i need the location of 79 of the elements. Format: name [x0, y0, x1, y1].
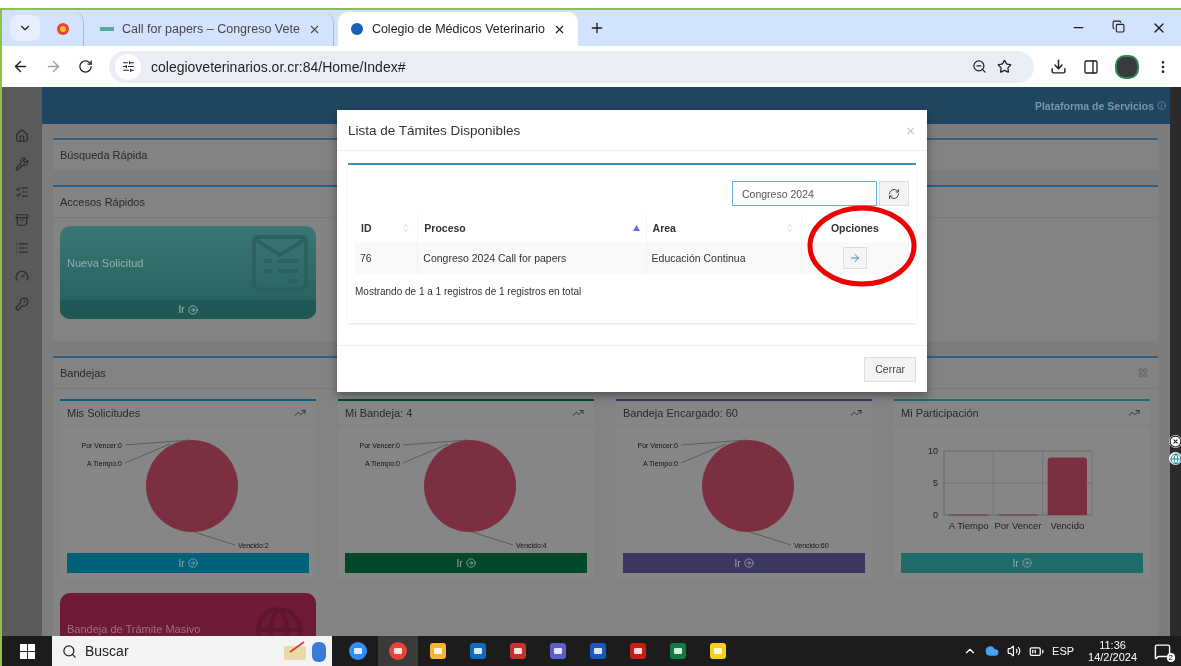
card-title: Mi Bandeja: 4 [345, 407, 413, 419]
spreadsheet-app-icon[interactable] [668, 641, 688, 661]
bar [1047, 457, 1087, 515]
table-cell: Congreso 2024 Call for papers [417, 242, 647, 274]
speaker-icon[interactable] [1007, 644, 1022, 658]
tile-footer[interactable]: Ir [60, 300, 316, 319]
chart-icon[interactable] [1128, 407, 1140, 419]
arrow-circle-icon [187, 558, 198, 568]
profile-avatar[interactable] [1115, 54, 1139, 79]
document-app-icon[interactable] [588, 641, 608, 661]
language-indicator[interactable]: ESP [1052, 645, 1075, 657]
forward-icon[interactable] [45, 58, 62, 75]
taskbar-search-field[interactable]: Buscar [52, 636, 332, 666]
leader-line [193, 531, 236, 546]
arrow-circle-icon [187, 304, 198, 315]
search-icon [62, 643, 77, 659]
globe-icon[interactable] [1169, 452, 1181, 465]
card-title: Bandeja Encargado: 60 [623, 407, 738, 419]
back-icon[interactable] [12, 58, 29, 75]
chart-icon[interactable] [294, 407, 306, 419]
close-button[interactable]: Cerrar [864, 356, 916, 382]
axis-category-label: A Tiempo [948, 520, 989, 531]
tile-label: Nueva Solicitud [67, 257, 144, 269]
panel-title: Búsqueda Rápida [60, 149, 148, 161]
pdf-app-icon[interactable] [628, 641, 648, 661]
panel-title: Accesos Rápidos [60, 196, 145, 208]
cloud-icon[interactable] [985, 644, 1000, 658]
new-request-tile[interactable]: Nueva Solicitud Ir [60, 226, 316, 319]
platform-title: Plataforma de Servicios [1034, 99, 1154, 112]
site-settings-button[interactable] [115, 53, 141, 80]
axis-category-label: Vencido [1050, 520, 1085, 531]
side-panel-icon[interactable] [1083, 58, 1099, 75]
axis-tick-label: 0 [933, 510, 938, 520]
site-icon [349, 22, 364, 36]
browser-tab[interactable]: Colegio de Médicos Veterinario [337, 12, 578, 46]
chart-icon[interactable] [572, 407, 584, 419]
note-app-icon[interactable] [708, 641, 728, 661]
axis-tick-label: 5 [933, 478, 938, 488]
zoom-out-icon[interactable] [972, 59, 987, 74]
message-icon [1153, 642, 1171, 660]
card-title: Mi Participación [901, 407, 979, 419]
table-cell: Educación Continua [646, 242, 802, 274]
folder-icon[interactable] [428, 641, 448, 661]
browser-icon[interactable] [388, 641, 408, 661]
search-field[interactable]: Congreso 2024 [732, 181, 877, 206]
go-button[interactable]: Ir [623, 553, 865, 573]
tile-label: Bandeja de Trámite Masivo [67, 623, 201, 636]
chart-icon[interactable] [850, 407, 862, 419]
arrow-circle-icon [743, 558, 754, 568]
windows-logo-icon[interactable] [19, 643, 35, 659]
go-button[interactable]: Ir [345, 553, 587, 573]
axis-category-label: Por Vencer [994, 520, 1042, 531]
refresh-icon [888, 187, 900, 200]
reload-icon[interactable] [78, 59, 93, 74]
card-title: Mis Solicitudes [67, 407, 141, 419]
chat-app-icon[interactable] [548, 641, 568, 661]
clock[interactable]: 11:36 14/2/2024 [1088, 639, 1137, 663]
shield-icon[interactable] [508, 641, 528, 661]
checklist-icon[interactable] [15, 185, 29, 199]
site-icon [56, 22, 70, 36]
video-app-icon[interactable] [348, 641, 368, 661]
address-bar[interactable]: colegioveterinarios.or.cr:84/Home/Index# [109, 50, 1034, 83]
leader-line [749, 531, 792, 546]
refresh-button[interactable] [879, 181, 909, 206]
close-icon[interactable] [1169, 435, 1181, 448]
download-icon[interactable] [1050, 58, 1067, 75]
arrow-circle-icon [1021, 558, 1032, 568]
star-icon[interactable] [997, 59, 1012, 74]
arrow-right-icon [848, 252, 861, 264]
sliders-icon [121, 60, 135, 73]
table-info: Mostrando de 1 a 1 registros de 1 registros en total [355, 286, 583, 297]
arrow-circle-icon [465, 558, 476, 568]
restore-icon[interactable] [1112, 20, 1125, 33]
table-cell: 76 [355, 242, 418, 274]
panel-title: Bandejas [60, 367, 106, 379]
mail-app-icon[interactable] [468, 641, 488, 661]
axis-tick-label: 10 [928, 446, 938, 456]
leader-line [471, 531, 514, 546]
dialog-title: Lista de Támites Disponibles [348, 122, 521, 138]
